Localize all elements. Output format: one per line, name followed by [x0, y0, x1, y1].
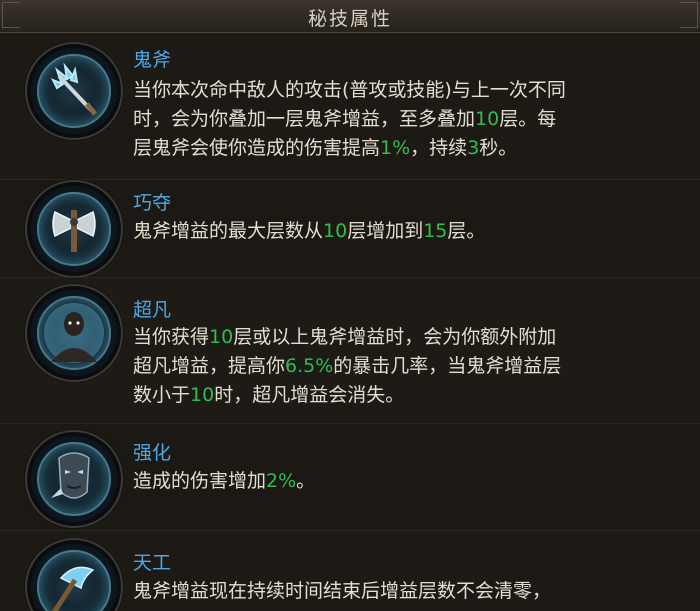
highlight-value: 10 [475, 108, 500, 130]
skill-row-1[interactable]: 鬼斧 当你本次命中敌人的攻击(普攻或技能)与上一次不同 时，会为你叠加一层鬼斧增益… [0, 33, 700, 179]
panel-title-bar: 秘技属性 [0, 0, 700, 33]
blue-spiked-axe-icon[interactable] [31, 48, 117, 134]
skill-name: 巧夺 [133, 192, 172, 214]
highlight-value: 15 [423, 220, 448, 242]
description-text: 的暴击几率，当鬼斧增益层 [333, 355, 562, 377]
skill-name: 超凡 [133, 299, 172, 321]
description-text: 层鬼斧会使你造成的伤害提高 [133, 137, 381, 159]
description-text: 层。每 [499, 108, 557, 130]
description-text: 层。 [447, 220, 486, 242]
highlight-value: 3 [467, 137, 480, 159]
description-line: 超凡增益，提高你6.5%的暴击几率，当鬼斧增益层 [133, 352, 685, 381]
description-line: 鬼斧增益现在持续时间结束后增益层数不会清零， [133, 577, 685, 606]
description-text: 时，超凡增益会消失。 [214, 384, 405, 406]
description-text: 当你本次命中敌人的攻击(普攻或技能)与上一次不同 [133, 79, 566, 101]
description-text: 秒。 [479, 137, 518, 159]
double-headed-axe-icon[interactable] [31, 186, 117, 272]
description-line: 造成的伤害增加2%。 [133, 467, 685, 496]
description-text: 层增加到 [347, 220, 424, 242]
skill-name: 天工 [133, 552, 172, 574]
skill-row-3[interactable]: 超凡 当你获得10层或以上鬼斧增益时，会为你额外附加 超凡增益，提高你6.5%的暴… [0, 277, 700, 423]
description-text: ，持续 [410, 137, 468, 159]
description-text: 时，会为你叠加一层鬼斧增益，至多叠加 [133, 108, 476, 130]
description-text: 鬼斧增益现在持续时间结束后增益层数不会清零， [133, 580, 552, 602]
skill-description: 当你获得10层或以上鬼斧增益时，会为你额外附加 超凡增益，提高你6.5%的暴击几率… [133, 323, 685, 410]
highlight-value: 6.5% [285, 355, 334, 377]
skill-name: 强化 [133, 442, 172, 464]
description-text: 当你获得 [133, 326, 210, 348]
title-corner-ornament [680, 2, 698, 28]
description-text: 鬼斧增益的最大层数从 [133, 220, 324, 242]
masked-face-icon[interactable] [31, 436, 117, 522]
skill-row-2[interactable]: 巧夺 鬼斧增益的最大层数从10层增加到15层。 [0, 179, 700, 277]
curved-axe-icon[interactable] [31, 544, 117, 611]
description-line: 数小于10时，超凡增益会消失。 [133, 381, 685, 410]
highlight-value: 10 [190, 384, 215, 406]
glowing-warrior-icon[interactable] [31, 290, 117, 376]
description-line: 当你本次命中敌人的攻击(普攻或技能)与上一次不同 [133, 76, 685, 105]
secret-skill-panel: 秘技属性 鬼斧 当你本次命中敌人的攻击(普攻或技能)与上一次不同 时，会为你叠加一… [0, 0, 700, 611]
skill-description: 当你本次命中敌人的攻击(普攻或技能)与上一次不同 时，会为你叠加一层鬼斧增益，至多… [133, 76, 685, 163]
skill-description: 鬼斧增益的最大层数从10层增加到15层。 [133, 217, 685, 246]
skill-name: 鬼斧 [133, 49, 172, 71]
description-line: 鬼斧增益的最大层数从10层增加到15层。 [133, 217, 685, 246]
skill-row-4[interactable]: 强化 造成的伤害增加2%。 [0, 423, 700, 530]
description-text: 超凡增益，提高你 [133, 355, 286, 377]
highlight-value: 2% [266, 470, 297, 492]
description-text: 。 [296, 470, 316, 492]
highlight-value: 10 [209, 326, 234, 348]
description-line: 当你获得10层或以上鬼斧增益时，会为你额外附加 [133, 323, 685, 352]
description-text: 造成的伤害增加 [133, 470, 267, 492]
description-text: 层或以上鬼斧增益时，会为你额外附加 [233, 326, 557, 348]
highlight-value: 10 [323, 220, 348, 242]
skill-description: 鬼斧增益现在持续时间结束后增益层数不会清零， [133, 577, 685, 606]
description-line: 层鬼斧会使你造成的伤害提高1%，持续3秒。 [133, 134, 685, 163]
skill-description: 造成的伤害增加2%。 [133, 467, 685, 496]
description-text: 数小于 [133, 384, 191, 406]
panel-title: 秘技属性 [307, 8, 392, 30]
description-line: 时，会为你叠加一层鬼斧增益，至多叠加10层。每 [133, 105, 685, 134]
skill-row-5[interactable]: 天工 鬼斧增益现在持续时间结束后增益层数不会清零， [0, 530, 700, 611]
highlight-value: 1% [380, 137, 411, 159]
